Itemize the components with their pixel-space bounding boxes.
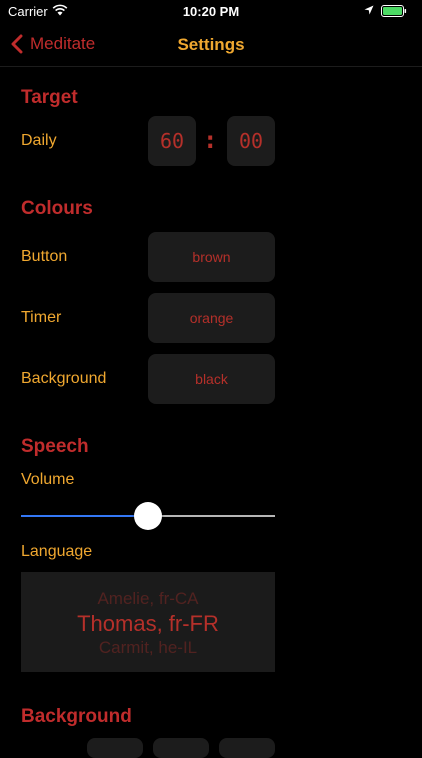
status-bar: Carrier 10:20 PM: [0, 0, 422, 22]
picker-item[interactable]: Amelie, fr-CA: [21, 589, 275, 609]
picker-item-selected[interactable]: Thomas, fr-FR: [21, 611, 275, 637]
picker-item[interactable]: Carmit, he-IL: [21, 638, 275, 658]
background-option-button[interactable]: [219, 738, 275, 758]
volume-slider-track-empty[interactable]: [148, 515, 275, 517]
section-header-colours: Colours: [21, 198, 93, 219]
page-title: Settings: [177, 35, 245, 54]
navigation-bar: Meditate Settings: [0, 22, 422, 67]
section-header-speech: Speech: [21, 436, 89, 457]
section-header-background: Background: [21, 706, 132, 727]
minutes-field[interactable]: 00: [227, 116, 275, 166]
time-separator: :: [203, 126, 218, 154]
background-option-button[interactable]: [153, 738, 209, 758]
button-colour-label: Button: [21, 248, 68, 265]
timer-colour-button[interactable]: orange: [148, 293, 275, 343]
section-header-target: Target: [21, 87, 78, 108]
volume-label: Volume: [21, 471, 75, 488]
location-arrow-icon: [364, 5, 374, 15]
background-colour-button[interactable]: black: [148, 354, 275, 404]
button-colour-button[interactable]: brown: [148, 232, 275, 282]
background-option-button[interactable]: [87, 738, 143, 758]
volume-slider-track-filled[interactable]: [21, 515, 148, 517]
timer-colour-label: Timer: [21, 309, 62, 326]
battery-icon: [381, 5, 407, 17]
language-label: Language: [21, 543, 93, 560]
daily-label: Daily: [21, 132, 57, 149]
background-colour-label: Background: [21, 370, 107, 387]
hours-field[interactable]: 60: [148, 116, 196, 166]
language-picker[interactable]: Amelie, fr-CA Thomas, fr-FR Carmit, he-I…: [21, 572, 275, 672]
volume-slider-thumb[interactable]: [134, 502, 162, 530]
status-time: 10:20 PM: [182, 4, 240, 19]
